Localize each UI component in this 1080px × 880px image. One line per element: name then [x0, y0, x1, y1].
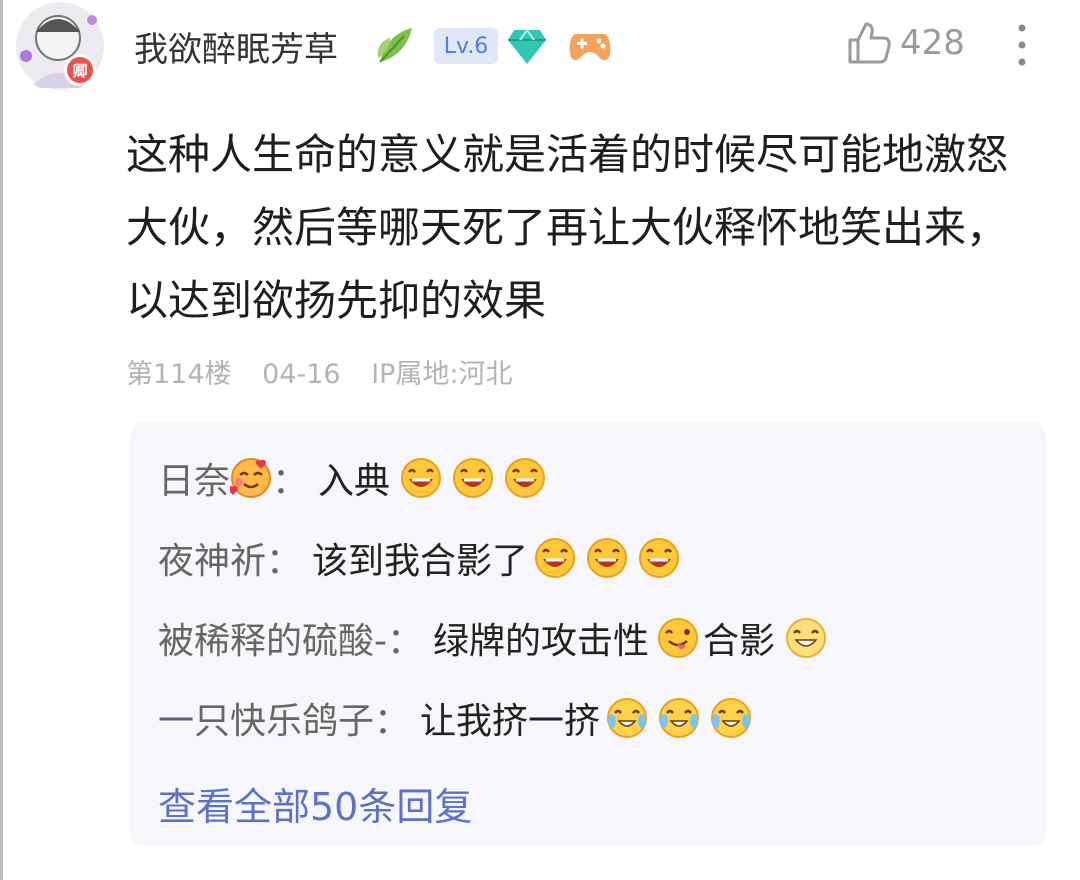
reply-author[interactable]: 日奈: [158, 452, 230, 504]
laughing-icon: [400, 457, 442, 499]
laughing-icon: [504, 457, 546, 499]
reply-text: 让我挤一挤: [420, 701, 601, 742]
ip-location: IP属地:河北: [371, 359, 513, 390]
leaf-icon: [377, 28, 412, 63]
tears-of-joy-icon: [658, 697, 700, 739]
reply-author[interactable]: 一只快乐鸽子: [158, 692, 374, 744]
reply-text: 入典: [318, 461, 391, 502]
post-date: 04-16: [262, 359, 341, 390]
laughing-icon: [452, 457, 494, 499]
floor-number: 第114楼: [126, 359, 232, 390]
tears-of-joy-icon: [606, 697, 648, 739]
post-meta: 第114楼 04-16 IP属地:河北: [126, 352, 535, 391]
diamond-icon: [508, 28, 546, 64]
reply-colon: ：: [387, 621, 424, 662]
grin-icon: [786, 618, 827, 658]
avatar-badge: 卿: [64, 54, 96, 86]
gamepad-icon: [569, 34, 611, 61]
post-content: 这种人生命的意义就是活着的时候尽可能地激怒大伙，然后等哪天死了再让大伙释怀地笑出…: [126, 130, 1009, 325]
smiling-hearts-icon: [230, 458, 272, 498]
thumb-up-icon: [848, 22, 891, 64]
laughing-icon: [534, 537, 576, 579]
left-edge-divider: [0, 0, 3, 880]
reply-text: 绿牌的攻击性: [433, 621, 650, 662]
reply-item[interactable]: 一只快乐鸽子 ： 让我挤一挤: [158, 688, 752, 748]
like-count: 428: [900, 23, 965, 63]
laughing-icon: [638, 537, 680, 579]
reply-author[interactable]: 被稀释的硫酸-: [158, 612, 387, 664]
reply-preview-panel[interactable]: 日奈 ： 入典 夜神祈 ： 该到我合影了 被稀释的硫酸- ： 绿牌的攻击性 合影…: [130, 422, 1046, 846]
view-all-replies-link[interactable]: 查看全部50条回复: [158, 776, 472, 831]
more-icon[interactable]: [1014, 22, 1030, 68]
tears-of-joy-icon: [710, 697, 752, 739]
username[interactable]: 我欲醉眠芳草: [134, 22, 338, 71]
reply-item[interactable]: 夜神祈 ： 该到我合影了: [158, 528, 680, 588]
tongue-wink-icon: [658, 618, 699, 658]
reply-text: 该到我合影了: [312, 541, 529, 582]
reply-author[interactable]: 夜神祈: [158, 532, 266, 584]
reply-colon: ：: [374, 701, 411, 742]
reply-item[interactable]: 被稀释的硫酸- ： 绿牌的攻击性 合影: [158, 608, 827, 668]
reply-item[interactable]: 日奈 ： 入典: [158, 448, 546, 508]
level-badge: Lv.6: [434, 28, 498, 64]
like-button[interactable]: 428: [846, 20, 965, 66]
reply-colon: ：: [272, 461, 309, 502]
laughing-icon: [586, 537, 628, 579]
reply-text-continued: 合影: [703, 621, 776, 662]
reply-colon: ：: [266, 541, 303, 582]
